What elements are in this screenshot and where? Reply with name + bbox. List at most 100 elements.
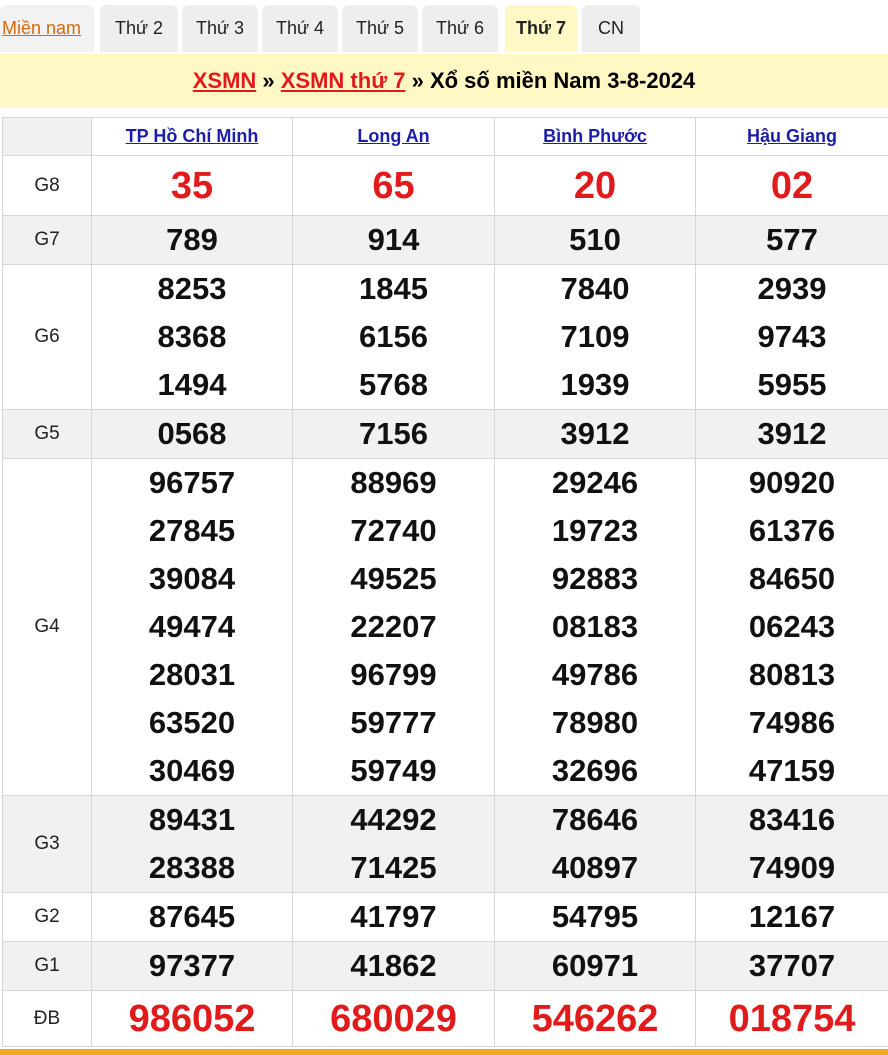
prize-number: 74986 — [748, 705, 836, 740]
province-header: Hậu Giang — [695, 117, 888, 156]
prize-cell: 41862 — [292, 941, 495, 991]
prize-number: 41862 — [350, 948, 437, 983]
prize-cell: 3912 — [494, 409, 696, 459]
prize-row-g1: G1 97377 41862 60971 37707 — [2, 941, 888, 991]
prize-number: 37707 — [748, 948, 836, 983]
prize-number: 680029 — [330, 997, 457, 1040]
tab-thu-6[interactable]: Thứ 6 — [422, 5, 498, 52]
prize-cell: 35 — [91, 155, 293, 216]
prize-number: 54795 — [551, 899, 639, 934]
breadcrumb-separator: » — [256, 68, 281, 93]
province-header: Bình Phước — [494, 117, 696, 156]
province-link-long-an[interactable]: Long An — [357, 126, 429, 146]
prize-number: 02 — [770, 164, 814, 207]
prize-number: 44292 — [350, 802, 437, 837]
prize-number: 83416 — [748, 802, 836, 837]
prize-number: 28031 — [148, 657, 236, 692]
prize-cell: 2939 9743 5955 — [695, 264, 888, 410]
prize-row-g7: G7 789 914 510 577 — [2, 215, 888, 265]
prize-number: 59777 — [350, 705, 437, 740]
prize-number: 577 — [766, 222, 818, 257]
prize-cell: 60971 — [494, 941, 696, 991]
prize-number: 63520 — [148, 705, 236, 740]
prize-number: 22207 — [350, 609, 437, 644]
prize-number: 08183 — [551, 609, 639, 644]
province-header-row: TP Hồ Chí Minh Long An Bình Phước Hậu Gi… — [2, 117, 888, 156]
page-title: Xổ số miền Nam 3-8-2024 — [429, 68, 696, 93]
tab-mien-nam[interactable]: Miền nam — [0, 5, 94, 52]
prize-number: 3912 — [757, 416, 827, 451]
prize-number: 2939 — [757, 271, 827, 306]
prize-number: 8253 — [157, 271, 227, 306]
prize-number: 74909 — [748, 850, 836, 885]
province-link-binh-phuoc[interactable]: Bình Phước — [543, 126, 647, 146]
breadcrumb-link-xsmn-thu-7[interactable]: XSMN thứ 7 — [281, 68, 406, 93]
prize-cell: 78646 40897 — [494, 795, 696, 893]
prize-label: G2 — [2, 892, 92, 942]
province-link-hau-giang[interactable]: Hậu Giang — [747, 126, 837, 146]
prize-row-db: ĐB 986052 680029 546262 018754 — [2, 990, 888, 1047]
prize-cell: 65 — [292, 155, 495, 216]
lottery-results-table: TP Hồ Chí Minh Long An Bình Phước Hậu Gi… — [2, 117, 888, 1047]
prize-number: 986052 — [128, 997, 256, 1040]
prize-label: G7 — [2, 215, 92, 265]
tab-thu-4[interactable]: Thứ 4 — [262, 5, 338, 52]
prize-label: G8 — [2, 155, 92, 216]
prize-number: 8368 — [157, 319, 227, 354]
prize-number: 84650 — [748, 561, 836, 596]
province-header: TP Hồ Chí Minh — [91, 117, 293, 156]
prize-cell: 0568 — [91, 409, 293, 459]
prize-label: ĐB — [2, 990, 92, 1047]
prize-number: 88969 — [350, 465, 437, 500]
prize-number: 61376 — [748, 513, 836, 548]
prize-number: 59749 — [350, 753, 437, 788]
prize-cell: 96757 27845 39084 49474 28031 63520 30469 — [91, 458, 293, 796]
prize-cell: 83416 74909 — [695, 795, 888, 893]
prize-number: 5768 — [359, 367, 428, 402]
prize-number: 5955 — [757, 367, 827, 402]
tab-thu-2[interactable]: Thứ 2 — [100, 5, 178, 52]
prize-cell: 02 — [695, 155, 888, 216]
prize-cell: 577 — [695, 215, 888, 265]
prize-cell: 88969 72740 49525 22207 96799 59777 59749 — [292, 458, 495, 796]
prize-number: 49786 — [551, 657, 639, 692]
prize-number: 72740 — [350, 513, 437, 548]
tab-thu-5[interactable]: Thứ 5 — [342, 5, 418, 52]
tab-thu-7[interactable]: Thứ 7 — [505, 5, 577, 52]
prize-number: 06243 — [748, 609, 836, 644]
prize-cell: 8253 8368 1494 — [91, 264, 293, 410]
prize-cell: 87645 — [91, 892, 293, 942]
header-corner-cell — [2, 117, 92, 156]
prize-number: 65 — [372, 164, 415, 207]
prize-number: 1939 — [560, 367, 630, 402]
prize-cell: 986052 — [91, 990, 293, 1047]
page-title-breadcrumb: XSMN » XSMN thứ 7 » Xổ số miền Nam 3-8-2… — [0, 54, 888, 108]
prize-row-g5: G5 0568 7156 3912 3912 — [2, 409, 888, 459]
prize-number: 30469 — [148, 753, 236, 788]
prize-number: 7109 — [560, 319, 630, 354]
prize-label: G6 — [2, 264, 92, 410]
prize-cell: 29246 19723 92883 08183 49786 78980 32696 — [494, 458, 696, 796]
prize-number: 39084 — [148, 561, 236, 596]
prize-label: G5 — [2, 409, 92, 459]
prize-number: 41797 — [350, 899, 437, 934]
prize-label: G1 — [2, 941, 92, 991]
tab-thu-3[interactable]: Thứ 3 — [182, 5, 258, 52]
prize-number: 96757 — [148, 465, 236, 500]
prize-number: 7840 — [560, 271, 630, 306]
prize-cell: 90920 61376 84650 06243 80813 74986 47159 — [695, 458, 888, 796]
prize-number: 71425 — [350, 850, 437, 885]
breadcrumb-link-xsmn[interactable]: XSMN — [193, 68, 257, 93]
prize-number: 90920 — [748, 465, 836, 500]
prize-number: 0568 — [157, 416, 227, 451]
prize-cell: 1845 6156 5768 — [292, 264, 495, 410]
prize-cell: 3912 — [695, 409, 888, 459]
tab-cn[interactable]: CN — [582, 5, 640, 52]
prize-number: 7156 — [359, 416, 428, 451]
prize-cell: 546262 — [494, 990, 696, 1047]
prize-number: 32696 — [551, 753, 639, 788]
prize-cell: 89431 28388 — [91, 795, 293, 893]
prize-cell: 510 — [494, 215, 696, 265]
prize-number: 96799 — [350, 657, 437, 692]
province-link-tp-ho-chi-minh[interactable]: TP Hồ Chí Minh — [126, 126, 259, 146]
